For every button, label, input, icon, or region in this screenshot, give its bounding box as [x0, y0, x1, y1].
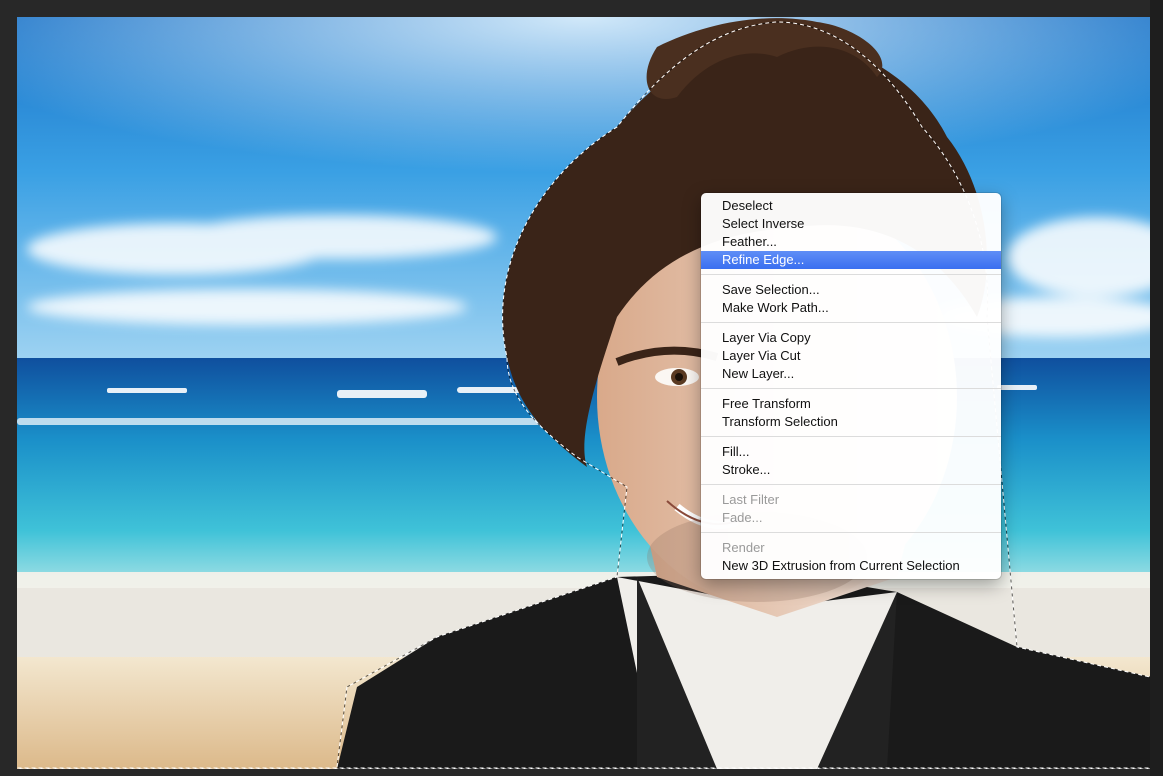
menu-separator [701, 436, 1001, 437]
menu-item-free-transform[interactable]: Free Transform [701, 395, 1001, 413]
menu-item-layer-via-copy[interactable]: Layer Via Copy [701, 329, 1001, 347]
selection-context-menu: Deselect Select Inverse Feather... Refine E… [701, 193, 1001, 579]
photoshop-workspace: Deselect Select Inverse Feather... Refine E… [0, 0, 1163, 776]
menu-item-select-inverse[interactable]: Select Inverse [701, 215, 1001, 233]
menu-item-refine-edge[interactable]: Refine Edge... [701, 251, 1001, 269]
menu-item-stroke[interactable]: Stroke... [701, 461, 1001, 479]
menu-item-last-filter: Last Filter [722, 492, 780, 507]
menu-item-new-3d-extrusion-from-current-selection[interactable]: New 3D Extrusion from Current Selection [701, 557, 1001, 575]
menu-item-new-layer[interactable]: New Layer... [701, 365, 1001, 383]
menu-separator [701, 322, 1001, 323]
menu-item-deselect[interactable]: Deselect [701, 197, 1001, 215]
menu-item-layer-via-cut[interactable]: Layer Via Cut [701, 347, 1001, 365]
menu-separator [701, 484, 1001, 485]
menu-separator [701, 388, 1001, 389]
menu-item-save-selection[interactable]: Save Selection... [701, 281, 1001, 299]
menu-separator [701, 274, 1001, 275]
menu-item-fill[interactable]: Fill... [701, 443, 1001, 461]
menu-item-transform-selection[interactable]: Transform Selection [701, 413, 1001, 431]
menu-item-fade: Fade... [722, 510, 763, 525]
menu-item-feather[interactable]: Feather... [701, 233, 1001, 251]
menu-item-make-work-path[interactable]: Make Work Path... [701, 299, 1001, 317]
workspace-edge [1150, 0, 1163, 776]
menu-separator [701, 532, 1001, 533]
menu-item-render: Render [722, 540, 765, 555]
